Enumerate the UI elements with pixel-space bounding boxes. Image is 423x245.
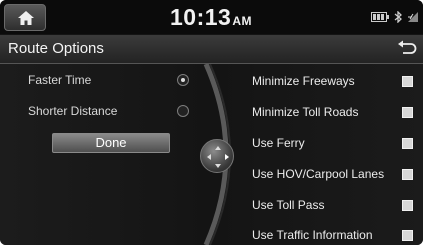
clock-time: 10:13 (170, 4, 232, 30)
option-label: Shorter Distance (28, 104, 118, 118)
battery-icon (371, 12, 389, 22)
option-label: Minimize Toll Roads (252, 105, 359, 119)
clock-ampm: AM (232, 14, 252, 28)
signal-icon (408, 12, 418, 22)
clock: 10:13AM (170, 4, 252, 31)
status-bar: 10:13AM (0, 0, 423, 34)
back-arrow-icon[interactable] (396, 40, 418, 58)
route-options-screen: 10:13AM Route Options Faster Time Shorte… (0, 0, 423, 245)
option-label: Use Ferry (252, 136, 305, 150)
shorter-distance-radio[interactable] (177, 105, 189, 117)
option-minimize-toll-roads[interactable]: Minimize Toll Roads (252, 105, 358, 119)
option-use-hov-carpool-lanes[interactable]: Use HOV/Carpool Lanes (252, 167, 384, 181)
use-toll-pass-checkbox[interactable] (402, 200, 413, 211)
option-label: Use Toll Pass (252, 198, 325, 212)
option-faster-time[interactable]: Faster Time (28, 73, 91, 87)
option-shorter-distance[interactable]: Shorter Distance (28, 104, 117, 118)
option-minimize-freeways[interactable]: Minimize Freeways (252, 74, 355, 88)
use-ferry-checkbox[interactable] (402, 138, 413, 149)
option-label: Use Traffic Information (252, 228, 373, 242)
options-panel: Faster Time Shorter Distance Done Minimi… (0, 64, 423, 245)
option-label: Minimize Freeways (252, 74, 355, 88)
option-use-toll-pass[interactable]: Use Toll Pass (252, 198, 324, 212)
done-button[interactable]: Done (52, 133, 170, 153)
scroll-knob[interactable] (200, 139, 234, 173)
page-title: Route Options (8, 40, 104, 57)
faster-time-radio[interactable] (177, 74, 189, 86)
option-use-traffic-information[interactable]: Use Traffic Information (252, 228, 373, 242)
home-icon (18, 11, 34, 25)
home-button[interactable] (4, 4, 46, 31)
status-icons (371, 11, 419, 23)
title-bar: Route Options (0, 35, 423, 64)
option-label: Faster Time (28, 73, 92, 87)
option-label: Use HOV/Carpool Lanes (252, 167, 385, 181)
minimize-toll-roads-checkbox[interactable] (402, 107, 413, 118)
bluetooth-icon (394, 11, 402, 23)
option-use-ferry[interactable]: Use Ferry (252, 136, 305, 150)
use-traffic-information-checkbox[interactable] (402, 230, 413, 241)
use-hov-carpool-lanes-checkbox[interactable] (402, 169, 413, 180)
knob-arrows-icon (207, 146, 229, 168)
minimize-freeways-checkbox[interactable] (402, 76, 413, 87)
